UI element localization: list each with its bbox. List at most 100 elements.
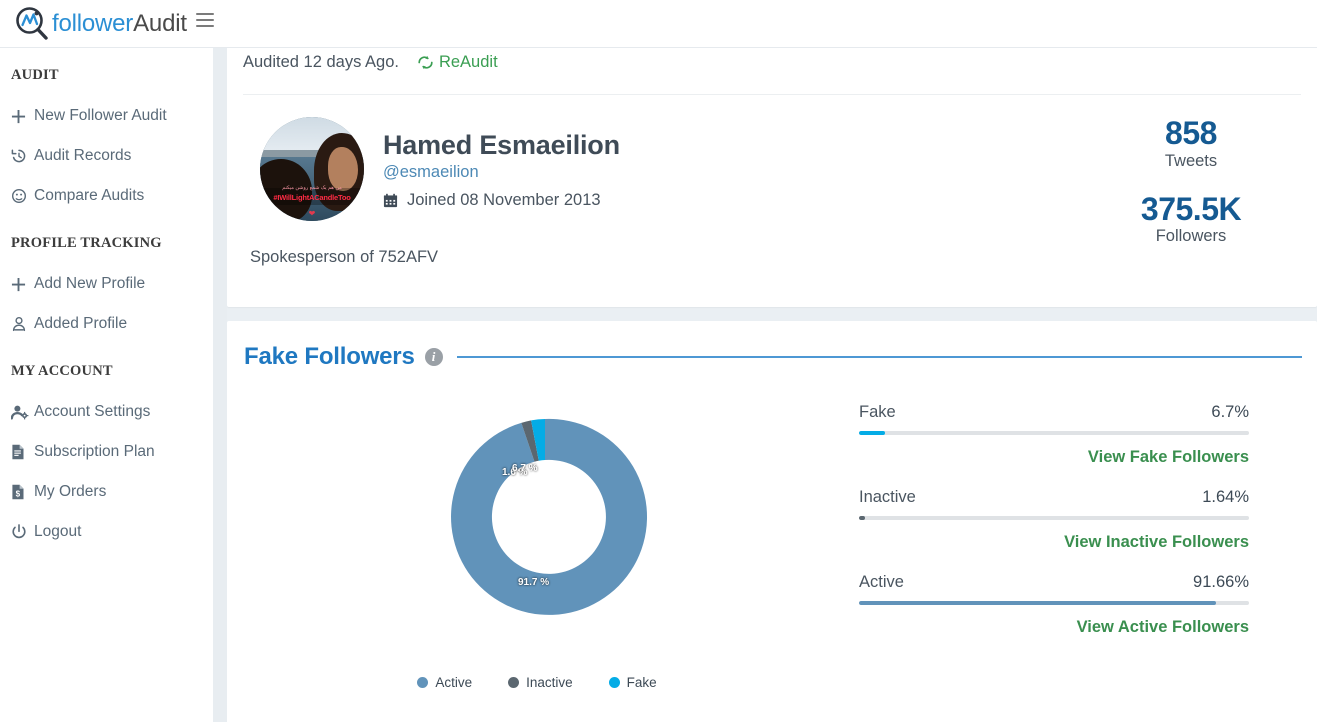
sidebar-item-account-settings[interactable]: Account Settings — [0, 392, 213, 432]
sidebar-group-title-audit: AUDIT — [0, 62, 213, 88]
stat-row-active: Active 91.66% View Active Followers — [859, 573, 1249, 637]
compare-target-icon — [11, 187, 32, 205]
stat-row-label: Inactive — [859, 488, 916, 507]
legend-swatch-inactive — [508, 677, 519, 688]
chart-legend: Active Inactive Fake — [227, 675, 847, 690]
sidebar-group-title-my-account: MY ACCOUNT — [0, 358, 213, 384]
svg-text:$: $ — [16, 490, 21, 499]
brand-text-secondary: Audit — [133, 10, 187, 37]
legend-label: Fake — [627, 675, 657, 690]
refresh-icon — [417, 55, 434, 70]
fake-followers-stats: Fake 6.7% View Fake Followers Inactive 1… — [847, 375, 1277, 705]
progress-bar-fake[interactable] — [859, 431, 1249, 435]
sidebar-item-add-new-profile[interactable]: Add New Profile — [0, 264, 213, 304]
profile-handle[interactable]: @esmaeilion — [383, 163, 620, 182]
stat-row-header: Inactive 1.64% — [859, 488, 1249, 507]
fake-followers-body: 91.7 % 1.6 % 6.7 % Active Inactive — [227, 371, 1317, 705]
sidebar-item-my-orders[interactable]: $ My Orders — [0, 472, 213, 512]
stat-row-header: Fake 6.7% — [859, 403, 1249, 422]
avatar[interactable]: من هم یک شمع روشن میکنم #IWillLightACand… — [260, 117, 364, 221]
sidebar-item-label: Account Settings — [34, 403, 150, 421]
sidebar-spacer — [0, 344, 213, 358]
stat-row-header: Active 91.66% — [859, 573, 1249, 592]
user-icon — [11, 315, 32, 333]
sidebar-item-audit-records[interactable]: Audit Records — [0, 136, 213, 176]
profile-joined-date: Joined 08 November 2013 — [407, 191, 601, 210]
profile-identity: Hamed Esmaeilion @esmaeilion — [383, 117, 620, 221]
progress-bar-fill — [859, 431, 885, 435]
legend-swatch-active — [417, 677, 428, 688]
plus-icon — [11, 107, 32, 125]
stat-row-value: 6.7% — [1211, 403, 1249, 422]
hamburger-bar — [196, 13, 214, 15]
profile-stats: 858 Tweets 375.5K Followers — [1101, 117, 1281, 246]
brand-text-primary: follower — [52, 10, 133, 37]
sidebar-item-label: New Follower Audit — [34, 107, 167, 125]
tweets-count: 858 — [1101, 117, 1281, 151]
avatar-farsi-text: من هم یک شمع روشن میکنم — [260, 185, 364, 191]
fake-followers-card: Fake Followers i — [227, 321, 1317, 722]
reaudit-label: ReAudit — [439, 53, 498, 72]
main-content: Audited 12 days Ago. ReAudit — [227, 48, 1317, 722]
sidebar-item-compare-audits[interactable]: Compare Audits — [0, 176, 213, 216]
history-icon — [11, 147, 32, 165]
sidebar-item-label: Added Profile — [34, 315, 127, 333]
header-rule — [457, 356, 1302, 358]
reaudit-button[interactable]: ReAudit — [417, 53, 498, 72]
followers-count: 375.5K — [1101, 193, 1281, 227]
audited-row: Audited 12 days Ago. ReAudit — [243, 42, 1301, 82]
view-active-followers-link[interactable]: View Active Followers — [859, 618, 1249, 637]
legend-item-inactive[interactable]: Inactive — [508, 675, 573, 690]
legend-label: Active — [435, 675, 472, 690]
sidebar-content-divider — [213, 48, 227, 722]
sidebar-group-title-profile-tracking: PROFILE TRACKING — [0, 230, 213, 256]
info-icon[interactable]: i — [425, 348, 443, 366]
progress-bar-active[interactable] — [859, 601, 1249, 605]
sidebar-item-label: Subscription Plan — [34, 443, 155, 461]
legend-item-active[interactable]: Active — [417, 675, 472, 690]
invoice-dollar-icon: $ — [11, 483, 32, 501]
magnifier-analytics-logo-icon — [14, 6, 50, 42]
view-inactive-followers-link[interactable]: View Inactive Followers — [859, 533, 1249, 552]
followers-label: Followers — [1101, 227, 1281, 246]
sidebar-item-logout[interactable]: Logout — [0, 512, 213, 552]
profile-bio: Spokesperson of 752AFV — [250, 248, 1301, 267]
stat-row-fake: Fake 6.7% View Fake Followers — [859, 403, 1249, 467]
document-icon — [11, 443, 32, 461]
legend-label: Inactive — [526, 675, 573, 690]
hamburger-menu-icon[interactable] — [196, 13, 216, 33]
progress-bar-fill — [859, 516, 865, 520]
sidebar-item-label: My Orders — [34, 483, 106, 501]
brand-logo-link[interactable]: followerAudit — [14, 5, 187, 43]
hamburger-bar — [196, 25, 214, 27]
view-fake-followers-link[interactable]: View Fake Followers — [859, 448, 1249, 467]
hamburger-bar — [196, 19, 214, 21]
audited-timestamp: Audited 12 days Ago. — [243, 53, 399, 72]
stat-row-inactive: Inactive 1.64% View Inactive Followers — [859, 488, 1249, 552]
stat-row-label: Active — [859, 573, 904, 592]
calendar-icon — [383, 193, 398, 208]
avatar-hashtag-text: #IWillLightACandleToo — [260, 193, 364, 202]
sidebar-item-label: Compare Audits — [34, 187, 144, 205]
stat-row-label: Fake — [859, 403, 896, 422]
sidebar-item-subscription-plan[interactable]: Subscription Plan — [0, 432, 213, 472]
stat-row-value: 91.66% — [1193, 573, 1249, 592]
sidebar-item-new-follower-audit[interactable]: New Follower Audit — [0, 96, 213, 136]
sidebar-item-label: Audit Records — [34, 147, 131, 165]
legend-swatch-fake — [609, 677, 620, 688]
donut-chart-svg — [445, 417, 645, 617]
heart-icon: ❤ — [260, 209, 364, 218]
sidebar-item-label: Logout — [34, 523, 81, 541]
page-root: followerAudit AUDIT New Follower Audit — [0, 0, 1317, 722]
sidebar-spacer — [0, 216, 213, 230]
fake-followers-header: Fake Followers i — [227, 321, 1317, 371]
page-title: Fake Followers — [244, 343, 415, 371]
user-gear-icon — [11, 403, 32, 421]
sidebar-item-added-profile[interactable]: Added Profile — [0, 304, 213, 344]
profile-joined-row: Joined 08 November 2013 — [383, 191, 620, 210]
progress-bar-inactive[interactable] — [859, 516, 1249, 520]
donut-slice-active[interactable] — [451, 419, 647, 615]
legend-item-fake[interactable]: Fake — [609, 675, 657, 690]
profile-main: من هم یک شمع روشن میکنم #IWillLightACand… — [243, 95, 1301, 221]
top-navbar: followerAudit — [0, 0, 1317, 48]
